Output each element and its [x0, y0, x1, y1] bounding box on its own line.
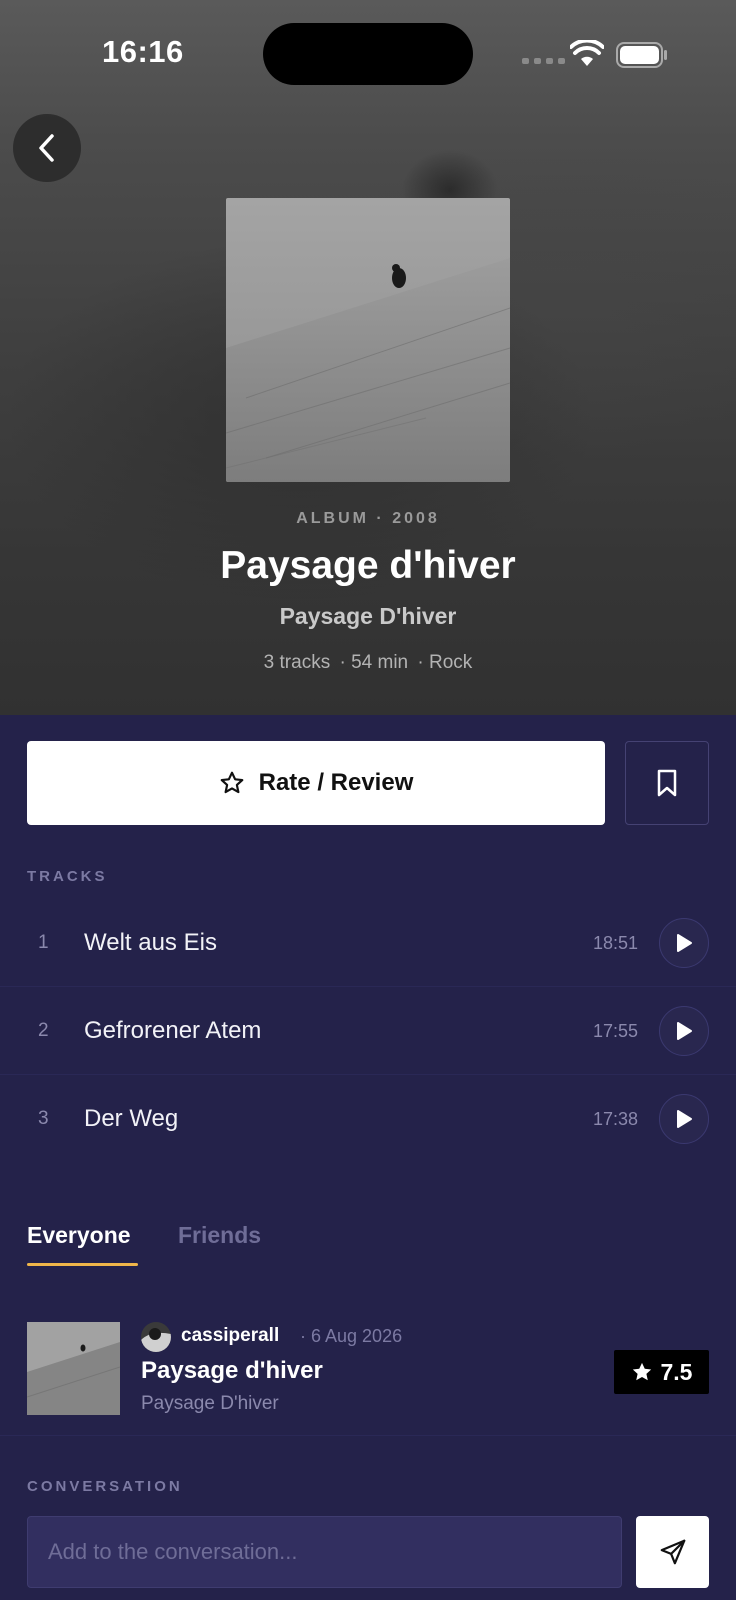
chevron-left-icon	[39, 134, 54, 162]
album-genre: · Rock	[417, 652, 473, 673]
status-time: 16:16	[102, 34, 184, 69]
wifi-icon	[570, 40, 604, 66]
track-number: 2	[38, 1020, 49, 1041]
track-title: Der Weg	[84, 1105, 179, 1132]
track-duration: 17:38	[592, 1109, 638, 1129]
play-icon	[677, 1110, 692, 1128]
battery-icon	[616, 42, 667, 68]
send-button[interactable]	[636, 1516, 709, 1588]
rate-review-label: Rate / Review	[258, 769, 414, 796]
track-row[interactable]: 3 Der Weg 17:38	[0, 1075, 736, 1163]
track-duration: 18:51	[592, 933, 638, 953]
star-outline-icon	[220, 771, 243, 794]
album-meta: ALBUM · 2008	[296, 510, 440, 527]
album-hero: 16:16 ALBUM · 2008 Paysage d'hiver Paysa…	[0, 0, 736, 715]
track-title: Welt aus Eis	[84, 929, 217, 956]
album-duration: · 54 min	[339, 652, 409, 673]
play-button[interactable]	[659, 918, 709, 968]
track-number: 1	[38, 932, 49, 953]
avatar[interactable]	[141, 1322, 171, 1352]
album-cover	[226, 198, 510, 482]
review-item[interactable]: cassiperall · 6 Aug 2026 Paysage d'hiver…	[0, 1298, 736, 1436]
bookmark-icon	[657, 769, 677, 797]
rating-badge: 7.5	[614, 1350, 709, 1394]
review-album-title: Paysage d'hiver	[141, 1357, 323, 1384]
conversation-input[interactable]	[27, 1516, 622, 1588]
track-row[interactable]: 1 Welt aus Eis 18:51	[0, 899, 736, 987]
tab-everyone[interactable]: Everyone	[27, 1222, 131, 1249]
bookmark-button[interactable]	[625, 741, 709, 825]
review-date: · 6 Aug 2026	[300, 1326, 403, 1346]
track-duration: 17:55	[592, 1021, 638, 1041]
cellular-signal-icon	[522, 58, 565, 64]
album-artist[interactable]: Paysage D'hiver	[0, 603, 736, 630]
track-title: Gefrorener Atem	[84, 1017, 262, 1044]
conversation-section-label: CONVERSATION	[27, 1478, 183, 1495]
dynamic-island	[263, 23, 473, 85]
rating-value: 7.5	[660, 1358, 693, 1385]
status-bar: 16:16	[0, 0, 736, 100]
tab-friends[interactable]: Friends	[178, 1222, 261, 1249]
review-album-artist: Paysage D'hiver	[141, 1393, 279, 1414]
play-button[interactable]	[659, 1006, 709, 1056]
star-icon	[632, 1362, 651, 1381]
send-icon	[660, 1539, 685, 1565]
active-tab-indicator	[27, 1263, 138, 1266]
album-info: 3 tracks · 54 min · Rock	[0, 652, 736, 674]
tracks-section-label: TRACKS	[27, 868, 108, 885]
play-button[interactable]	[659, 1094, 709, 1144]
track-row[interactable]: 2 Gefrorener Atem 17:55	[0, 987, 736, 1075]
track-number: 3	[38, 1108, 49, 1129]
back-button[interactable]	[13, 114, 81, 182]
play-icon	[677, 1022, 692, 1040]
play-icon	[677, 934, 692, 952]
tracks-count: 3 tracks	[263, 652, 331, 673]
review-username[interactable]: cassiperall	[181, 1325, 279, 1347]
rate-review-button[interactable]: Rate / Review	[27, 741, 605, 825]
review-album-thumbnail	[27, 1322, 120, 1415]
album-title: Paysage d'hiver	[220, 544, 516, 587]
